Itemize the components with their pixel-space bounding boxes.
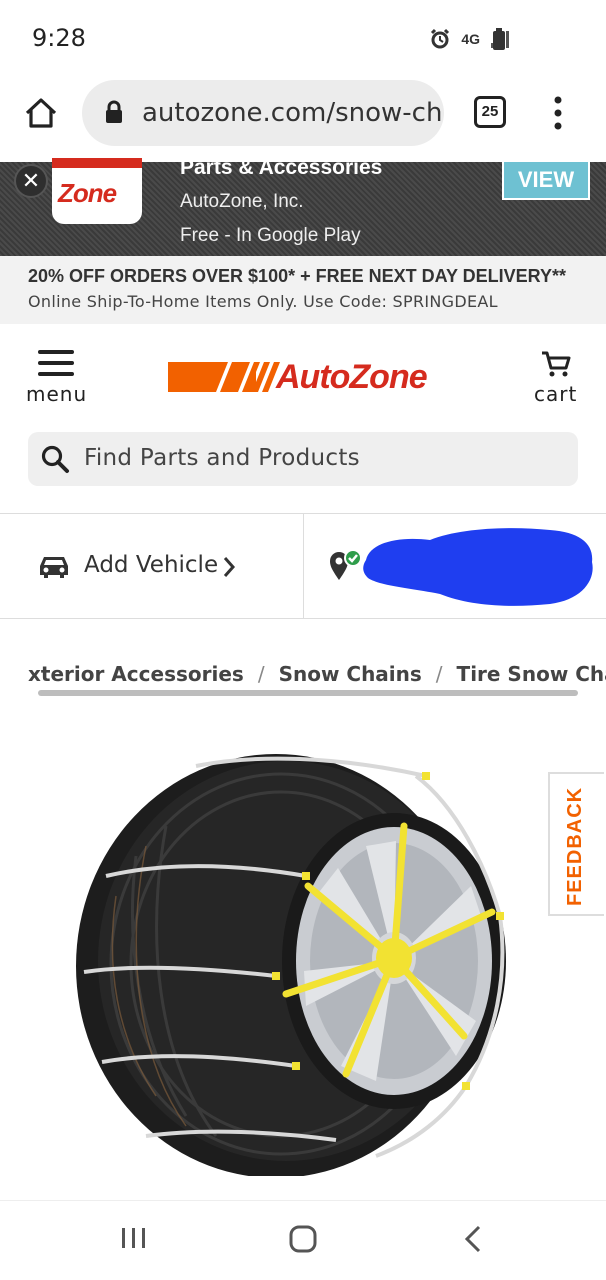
search-input[interactable]: Find Parts and Products (28, 432, 578, 486)
app-logo: Zone (52, 158, 142, 224)
breadcrumb-separator: / (257, 662, 265, 686)
lock-icon (106, 100, 122, 123)
promo-headline: 20% OFF ORDERS OVER $100* + FREE NEXT DA… (28, 266, 567, 286)
home-icon[interactable] (24, 96, 58, 130)
status-clock: 9:28 (32, 24, 86, 52)
breadcrumb-separator: / (435, 662, 443, 686)
search-placeholder: Find Parts and Products (84, 445, 360, 471)
location-pin-icon[interactable] (328, 548, 364, 582)
app-logo-text: Zone (58, 178, 117, 208)
logo-text: AutoZone (276, 358, 428, 396)
url-text: autozone.com/snow-cha (142, 98, 444, 128)
breadcrumb-tire-snow-chain[interactable]: Tire Snow Chain (457, 662, 606, 686)
search-icon (41, 445, 69, 473)
add-vehicle-button[interactable]: Add Vehicle (84, 552, 218, 578)
redacted-store-info (363, 528, 593, 606)
home-nav-icon[interactable] (288, 1224, 318, 1254)
menu-label[interactable]: menu (26, 382, 87, 406)
chevron-right-icon[interactable] (222, 556, 236, 578)
close-icon[interactable]: ✕ (14, 164, 48, 198)
battery-icon (493, 28, 505, 50)
status-bar (0, 0, 606, 78)
autozone-logo[interactable]: AutoZone (168, 358, 458, 398)
kebab-icon[interactable] (552, 96, 564, 130)
breadcrumb-exterior-accessories[interactable]: xterior Accessories (28, 662, 244, 686)
address-bar[interactable]: autozone.com/snow-cha (82, 80, 444, 146)
app-title: Parts & Accessories (180, 156, 383, 179)
network-type: 4G (461, 31, 480, 47)
divider (303, 514, 304, 618)
back-icon[interactable] (462, 1224, 484, 1254)
app-publisher: AutoZone, Inc. (180, 191, 304, 212)
car-icon (40, 557, 68, 578)
breadcrumb-snow-chains[interactable]: Snow Chains (279, 662, 422, 686)
promo-detail: Online Ship-To-Home Items Only. Use Code… (28, 292, 498, 311)
breadcrumb-scrollbar[interactable] (38, 690, 578, 696)
product-image[interactable] (76, 736, 522, 1176)
cart-icon[interactable] (540, 350, 572, 378)
view-button[interactable]: VIEW (502, 160, 590, 200)
tab-switcher-button[interactable]: 25 (474, 96, 506, 128)
breadcrumb: xterior Accessories / Snow Chains / Tire Sno… (28, 662, 606, 686)
hamburger-icon[interactable] (38, 350, 74, 376)
feedback-tab[interactable]: FEEDBACK (548, 772, 604, 916)
logo-stripes-icon (168, 362, 280, 392)
feedback-label: FEEDBACK (564, 786, 586, 906)
recents-icon[interactable] (120, 1226, 148, 1250)
cart-label[interactable]: cart (534, 382, 577, 406)
alarm-icon (431, 28, 450, 49)
app-subtitle: Free - In Google Play (180, 225, 361, 246)
